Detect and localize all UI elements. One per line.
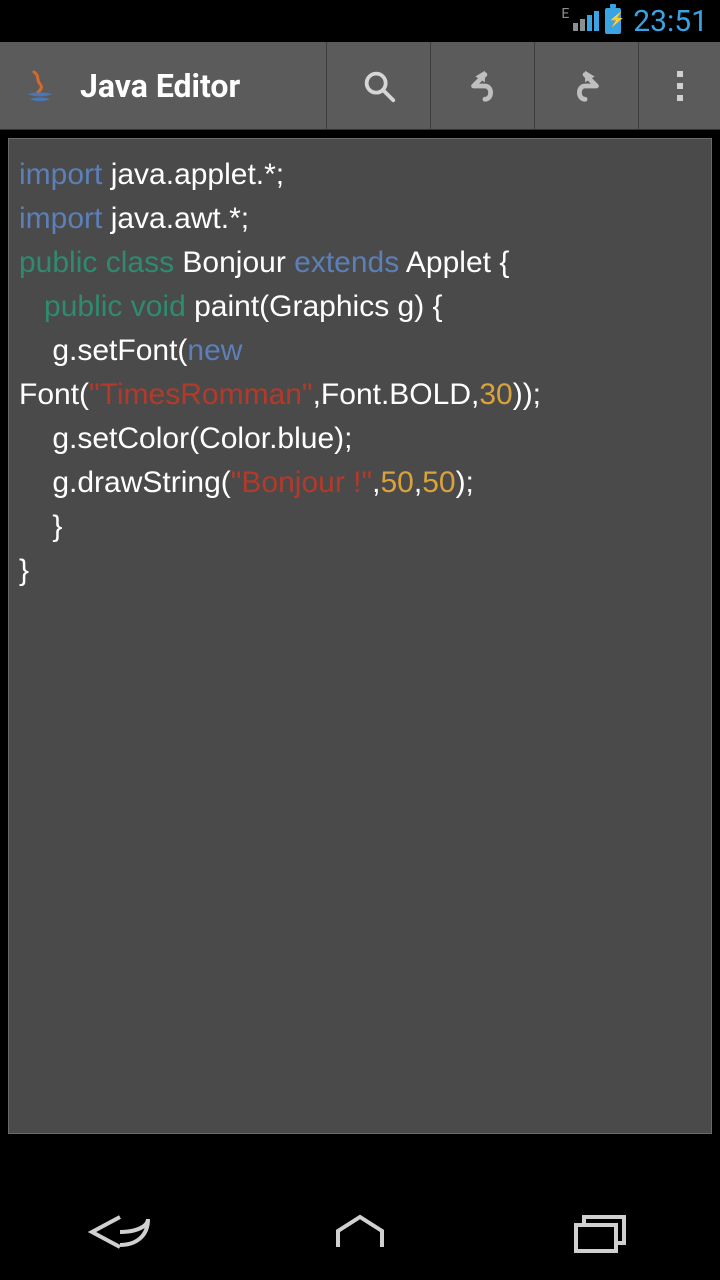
title-area: Java Editor <box>0 42 326 129</box>
redo-button[interactable] <box>534 42 638 129</box>
app-title: Java Editor <box>80 67 240 105</box>
signal-icon <box>573 11 599 31</box>
battery-icon: ⚡ <box>605 8 621 34</box>
network-type-label: E <box>561 6 569 22</box>
editor-container: import java.applet.*;import java.awt.*;p… <box>0 130 720 1142</box>
status-bar: E ⚡ 23:51 <box>0 0 720 42</box>
home-button[interactable] <box>300 1202 420 1262</box>
back-icon <box>80 1207 160 1257</box>
undo-icon <box>464 67 502 105</box>
java-icon <box>18 64 62 108</box>
system-nav-bar <box>0 1184 720 1280</box>
code-line: public void paint(Graphics g) { <box>19 285 701 329</box>
clock: 23:51 <box>633 4 708 39</box>
undo-button[interactable] <box>430 42 534 129</box>
redo-icon <box>568 67 606 105</box>
code-line: g.drawString("Bonjour !",50,50); <box>19 461 701 505</box>
code-line: import java.applet.*; <box>19 153 701 197</box>
code-line: import java.awt.*; <box>19 197 701 241</box>
overflow-icon <box>677 71 683 101</box>
code-line: } <box>19 549 701 593</box>
code-line: g.setFont(new Font("TimesRomman",Font.BO… <box>19 329 701 417</box>
back-button[interactable] <box>60 1202 180 1262</box>
overflow-menu-button[interactable] <box>638 42 720 129</box>
code-line: } <box>19 505 701 549</box>
code-line: public class Bonjour extends Applet { <box>19 241 701 285</box>
search-button[interactable] <box>326 42 430 129</box>
search-icon <box>360 67 398 105</box>
home-icon <box>320 1207 400 1257</box>
recents-icon <box>560 1207 640 1257</box>
code-line: g.setColor(Color.blue); <box>19 417 701 461</box>
recents-button[interactable] <box>540 1202 660 1262</box>
action-bar: Java Editor <box>0 42 720 130</box>
code-editor[interactable]: import java.applet.*;import java.awt.*;p… <box>8 138 712 1134</box>
